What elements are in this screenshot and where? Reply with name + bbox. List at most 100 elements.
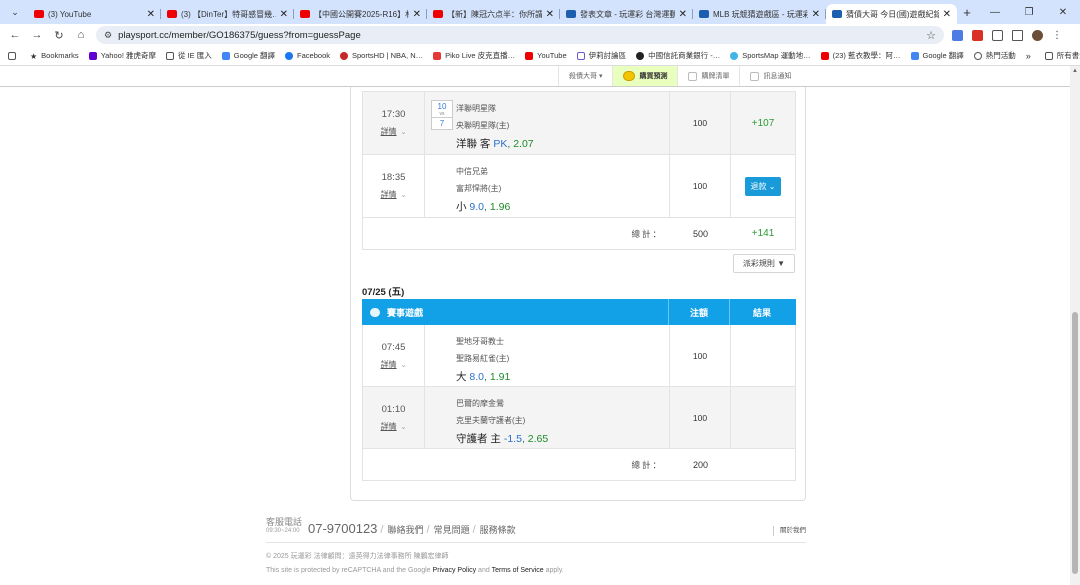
site-info-icon[interactable]: ⚙ <box>104 30 112 41</box>
back-icon[interactable]: ← <box>4 29 26 41</box>
close-icon[interactable]: ✕ <box>147 9 155 20</box>
bookmarks-more-button[interactable]: » <box>1026 51 1031 61</box>
payout-rules-button[interactable]: 派彩規則 ▼ <box>733 254 795 273</box>
close-icon[interactable]: ✕ <box>943 9 951 20</box>
subnav-notifications[interactable]: 訊息通知 <box>739 66 801 86</box>
subnav-member-menu[interactable]: 殺債大哥 ▾ <box>558 66 612 86</box>
about-us-link[interactable]: 關於我們 <box>773 526 806 536</box>
restore-icon[interactable]: ❐ <box>1012 7 1046 18</box>
bookmark-item[interactable]: Google 翻譯 <box>910 50 964 61</box>
youtube-icon <box>300 10 310 18</box>
bookmark-item[interactable]: ★ Bookmarks <box>30 51 79 61</box>
scroll-up-icon[interactable]: ▲ <box>1070 66 1080 76</box>
result-cell: +107 <box>751 117 775 129</box>
browser-tab[interactable]: (3) YouTube ✕ <box>28 4 161 24</box>
bookmark-item[interactable]: 熱門活動 <box>973 50 1016 61</box>
extension-icon[interactable] <box>952 29 963 41</box>
all-bookmarks-button[interactable]: 所有書籤 <box>1044 50 1080 61</box>
stake-cell: 100 <box>670 325 731 386</box>
close-icon[interactable]: ✕ <box>280 9 288 20</box>
bookmark-item[interactable]: Piko Live 皮克直播… <box>433 50 515 61</box>
game-time-cell: 17:30 詳情 ⌄ <box>363 92 425 154</box>
footer-contact-row: 客服電話 09:30~24:00 07-9700123 / 聯絡我們 / 常見問題… <box>266 517 806 536</box>
menu-kebab-icon[interactable]: ⋮ <box>1052 30 1062 41</box>
bookmarks-bar: ★ Bookmarks Yahoo! 雅虎奇摩 從 IE 匯入 Google 翻譯… <box>0 46 1080 66</box>
tab-search-button[interactable]: ⌄ <box>4 2 26 22</box>
pdf-extension-icon[interactable] <box>972 29 983 41</box>
folder-icon <box>166 51 174 60</box>
terms-of-service-link[interactable]: Terms of Service <box>492 567 544 574</box>
bookmark-item[interactable]: (23) 藍衣教學：阿… <box>820 50 901 61</box>
new-tab-button[interactable]: + <box>957 2 977 22</box>
contact-us-link[interactable]: 聯絡我們 <box>387 523 423 536</box>
bookmark-item[interactable]: YouTube <box>525 51 567 60</box>
close-window-icon[interactable]: ✕ <box>1046 7 1080 18</box>
browser-tab[interactable]: (3) 【DinTer】特哥感冒幾… ✕ <box>161 4 294 24</box>
date-heading: 07/25 (五) <box>362 287 405 298</box>
playsport-icon <box>832 10 842 18</box>
bookmark-item[interactable]: Facebook <box>285 51 330 60</box>
close-icon[interactable]: ✕ <box>812 9 820 20</box>
forward-icon[interactable]: → <box>26 29 48 41</box>
detail-link[interactable]: 詳情 ⌄ <box>381 421 407 432</box>
reload-icon[interactable]: ↻ <box>48 29 70 42</box>
pick: 守護者 主 -1.5, 2.65 <box>456 433 549 445</box>
bookmark-item[interactable]: 中國信託商業銀行 -… <box>636 50 720 61</box>
detail-link[interactable]: 詳情 ⌄ <box>381 126 407 137</box>
terms-link[interactable]: 服務條款 <box>480 523 516 536</box>
total-result: +141 <box>751 228 775 239</box>
pick: 洋聯 客 PK, 2.07 <box>456 138 534 150</box>
youtube-icon <box>525 51 534 60</box>
bookmark-item[interactable]: Google 翻譯 <box>221 50 275 61</box>
close-icon[interactable]: ✕ <box>413 9 421 20</box>
away-team: 中信兄弟 <box>456 167 488 176</box>
bookmark-item[interactable]: SportsMap 運動地… <box>730 50 811 61</box>
location-icon <box>973 51 982 60</box>
page-scrollbar[interactable]: ▲ <box>1070 66 1080 585</box>
game-time: 01:10 <box>381 403 406 415</box>
browser-tab[interactable]: 發表文章 - 玩運彩 台灣運動彩…✕ <box>560 4 693 24</box>
away-team: 洋聯明星隊 <box>456 104 496 113</box>
detail-link[interactable]: 詳情 ⌄ <box>381 359 407 370</box>
scrollbar-thumb[interactable] <box>1072 312 1078 574</box>
close-icon[interactable]: ✕ <box>546 9 554 20</box>
game-info-cell: 巴爾的摩金鶯 克里夫蘭守護者(主) 守護者 主 -1.5, 2.65 <box>425 387 670 448</box>
browser-tab[interactable]: MLB 玩競猜遊戲區 - 玩運彩…✕ <box>693 4 826 24</box>
tab-list-icon[interactable] <box>1012 29 1023 41</box>
subnav-buy-predictions[interactable]: 購買預測 <box>612 66 678 86</box>
extensions-area: ⋮ <box>952 29 1062 41</box>
bookmark-item[interactable]: 伊莉討論區 <box>576 50 626 61</box>
detail-link[interactable]: 詳情 ⌄ <box>381 189 407 200</box>
bookmark-item[interactable]: SportsHD | NBA, N… <box>339 51 423 60</box>
bookmarks-right: » 所有書籤 <box>1026 50 1080 61</box>
refund-button[interactable]: 退款 ⌄ <box>744 176 782 196</box>
bookmark-item[interactable]: 從 IE 匯入 <box>166 50 212 61</box>
game-info-cell: 中信兄弟 富邦悍將(主) 小 9.0, 1.96 <box>425 155 670 217</box>
window-controls: — ❐ ✕ <box>978 0 1080 24</box>
bookmark-star-icon[interactable]: ☆ <box>926 29 936 42</box>
subnav-purchase-list[interactable]: 購牌清單 <box>677 66 739 86</box>
table-row: 01:10 詳情 ⌄ 巴爾的摩金鶯 克里夫蘭守護者(主) 守護者 主 -1.5, … <box>363 387 795 449</box>
coin-icon <box>623 71 636 81</box>
url-input[interactable]: ⚙ playsport.cc/member/GO186375/guess?fro… <box>96 26 944 44</box>
avatar[interactable] <box>1032 29 1043 41</box>
bookmark-item[interactable]: Yahoo! 雅虎奇摩 <box>88 50 156 61</box>
privacy-policy-link[interactable]: Privacy Policy <box>433 567 477 574</box>
faq-link[interactable]: 常見問題 <box>434 523 470 536</box>
result-cell: 退款 ⌄ <box>731 155 795 217</box>
chevron-down-icon: ⌄ <box>400 361 407 369</box>
home-icon[interactable]: ⌂ <box>70 29 92 41</box>
minimize-icon[interactable]: — <box>978 7 1012 18</box>
folder-icon <box>1044 51 1053 60</box>
sportshd-icon <box>339 51 348 60</box>
browser-tab[interactable]: 【新】陳冠六点半：你所謂打…✕ <box>427 4 560 24</box>
browser-tab-active[interactable]: 猜債大哥 今日(國)遊戲紀錄 - 玩…✕ <box>826 4 957 24</box>
close-icon[interactable]: ✕ <box>679 9 687 20</box>
chevron-down-icon: ⌄ <box>768 181 776 191</box>
total-stake: 500 <box>692 228 709 239</box>
game-time-cell: 18:35 詳情 ⌄ <box>363 155 425 217</box>
apps-icon[interactable] <box>8 51 20 60</box>
bell-icon <box>750 71 760 81</box>
browser-tab[interactable]: 【中國公開賽2025-R16】林俊…✕ <box>294 4 427 24</box>
puzzle-icon[interactable] <box>992 29 1003 41</box>
